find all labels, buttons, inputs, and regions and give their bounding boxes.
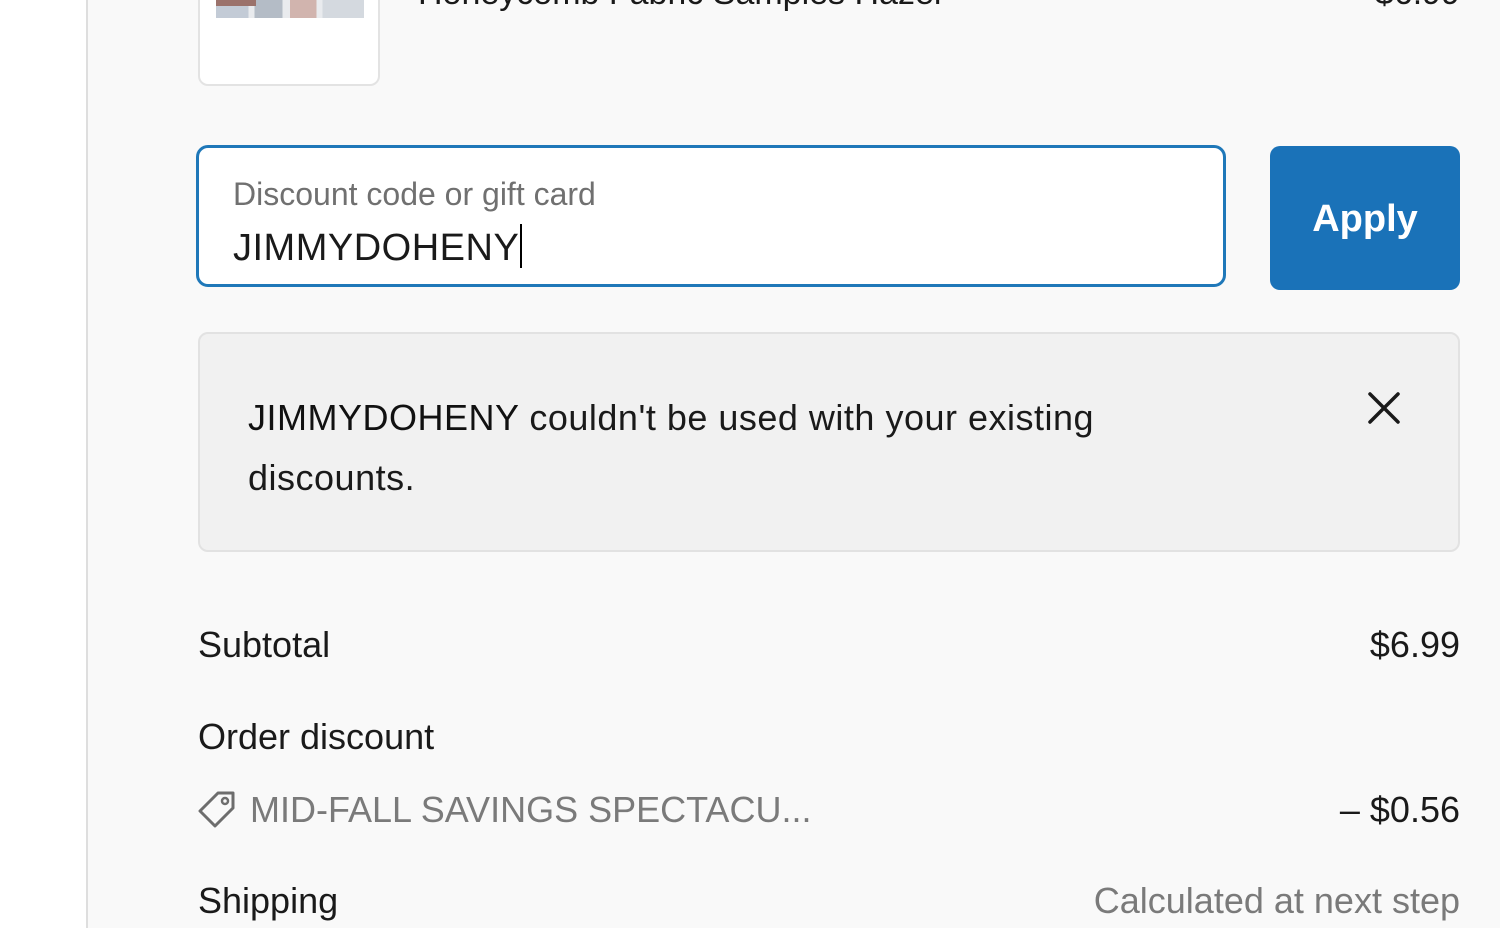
apply-button[interactable]: Apply [1270, 146, 1460, 290]
discount-error-banner: JIMMYDOHENY couldn't be used with your e… [198, 332, 1460, 552]
discount-name: MID-FALL SAVINGS SPECTACU... [250, 789, 812, 830]
product-price: $6.99 [1375, 0, 1460, 13]
discount-field-label: Discount code or gift card [233, 176, 596, 212]
product-thumbnail [198, 0, 380, 86]
error-discount-code: JIMMYDOHENY [248, 397, 519, 438]
discount-input-value[interactable]: JIMMYDOHENY [233, 224, 523, 270]
discount-amount: – $0.56 [1339, 789, 1460, 830]
order-summary-panel: Honeycomb Fabric Samples Hazel $6.99 Dis… [88, 0, 1500, 928]
product-image [216, 0, 364, 18]
shipping-value: Calculated at next step [1093, 880, 1460, 921]
close-icon[interactable] [1366, 390, 1402, 426]
product-name: Honeycomb Fabric Samples Hazel [418, 0, 941, 13]
shipping-label: Shipping [198, 880, 339, 921]
discount-input-text: JIMMYDOHENY [233, 227, 520, 269]
discount-code-field[interactable]: Discount code or gift card JIMMYDOHENY [196, 145, 1226, 287]
text-caret [520, 224, 523, 268]
subtotal-label: Subtotal [198, 624, 331, 665]
tag-icon [198, 791, 235, 828]
error-message: JIMMYDOHENY couldn't be used with your e… [248, 388, 1208, 508]
left-gutter [0, 0, 87, 928]
order-discount-label: Order discount [198, 716, 435, 757]
subtotal-value: $6.99 [1369, 624, 1460, 665]
